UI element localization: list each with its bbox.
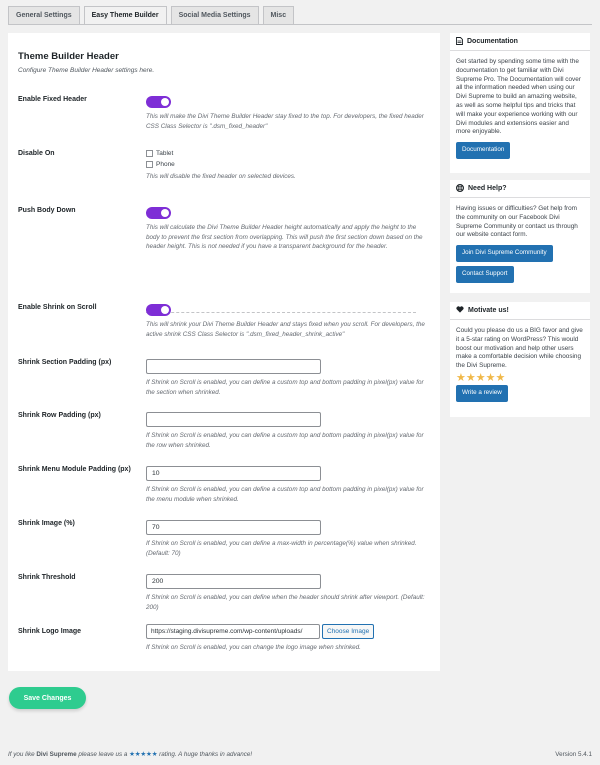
tab-social-media-settings[interactable]: Social Media Settings [170,6,259,24]
shrink-image-desc: If Shrink on Scroll is enabled, you can … [146,540,417,557]
push-body-toggle[interactable] [146,207,171,219]
choose-image-button[interactable]: Choose Image [322,624,375,639]
contact-support-button[interactable]: Contact Support [456,265,514,283]
need-help-box: Need Help? Having issues or difficulties… [450,180,590,293]
documentation-button[interactable]: Documentation [456,142,511,159]
settings-tabs: General Settings Easy Theme Builder Soci… [8,6,295,24]
tabs-divider [8,24,592,25]
documentation-text: Get started by spending some time with t… [456,58,581,136]
shrink-scroll-desc: This will shrink your Divi Theme Builder… [146,321,425,338]
page-title: Theme Builder Header [18,51,119,62]
documentation-header: Documentation [450,33,590,51]
need-help-text: Having issues or difficulties? Get help … [456,205,578,239]
shrink-threshold-desc: If Shrink on Scroll is enabled, you can … [146,594,425,611]
row-padding-label: Shrink Row Padding (px) [18,412,101,419]
version-text: Version 5.4.1 [555,751,592,758]
documentation-box: Documentation Get started by spending so… [450,33,590,173]
tab-easy-theme-builder[interactable]: Easy Theme Builder [83,6,167,24]
footer-brand: Divi Supreme [36,751,77,758]
join-community-button[interactable]: Join Divi Supreme Community [456,245,553,262]
fixed-header-desc: This will make the Divi Theme Builder He… [146,113,424,130]
disable-on-label: Disable On [18,150,55,157]
push-body-label: Push Body Down [18,207,76,214]
motivate-header: Motivate us! [450,302,590,320]
save-changes-button[interactable]: Save Changes [9,687,86,709]
section-padding-desc: If Shrink on Scroll is enabled, you can … [146,379,424,396]
shrink-image-input[interactable] [146,520,321,535]
shrink-image-label: Shrink Image (%) [18,520,75,527]
shrink-scroll-toggle[interactable] [146,304,171,316]
shrink-logo-input[interactable]: https://staging.divisupreme.com/wp-conte… [146,624,320,639]
heart-icon [456,306,464,315]
settings-panel: Theme Builder Header Configure Theme Bui… [8,33,440,671]
menu-padding-desc: If Shrink on Scroll is enabled, you can … [146,486,424,503]
shrink-scroll-label: Enable Shrink on Scroll [18,304,97,311]
footer-note: If you like Divi Supreme please leave us… [8,751,253,758]
shrink-threshold-input[interactable] [146,574,321,589]
tab-misc[interactable]: Misc [262,6,295,24]
tab-general-settings[interactable]: General Settings [8,6,80,24]
rating-stars: ★★★★★ [456,371,506,384]
need-help-header: Need Help? [450,180,590,198]
fixed-header-toggle[interactable] [146,96,171,108]
menu-padding-input[interactable] [146,466,321,481]
shrink-logo-desc: If Shrink on Scroll is enabled, you can … [146,644,361,651]
fixed-header-label: Enable Fixed Header [18,96,87,103]
menu-padding-label: Shrink Menu Module Padding (px) [18,466,131,473]
push-body-desc: This will calculate the Divi Theme Build… [146,224,423,250]
shrink-threshold-label: Shrink Threshold [18,574,76,581]
row-padding-desc: If Shrink on Scroll is enabled, you can … [146,432,424,449]
section-padding-input[interactable] [146,359,321,374]
footer-rating-link[interactable]: ★★★★★ [129,751,157,758]
document-icon [456,36,463,47]
disable-on-desc: This will disable the fixed header on se… [146,173,296,180]
section-padding-label: Shrink Section Padding (px) [18,359,112,366]
phone-checkbox[interactable]: Phone [146,161,426,168]
motivate-text: Could you please do us a BIG favor and g… [456,327,583,370]
shrink-logo-label: Shrink Logo Image [18,628,82,635]
motivate-box: Motivate us! Could you please do us a BI… [450,302,590,417]
write-review-button[interactable]: Write a review [456,384,508,402]
tablet-checkbox[interactable]: Tablet [146,150,426,157]
row-padding-input[interactable] [146,412,321,427]
lifebuoy-icon [455,183,465,194]
page-subtitle: Configure Theme Builder Header settings … [18,67,155,74]
